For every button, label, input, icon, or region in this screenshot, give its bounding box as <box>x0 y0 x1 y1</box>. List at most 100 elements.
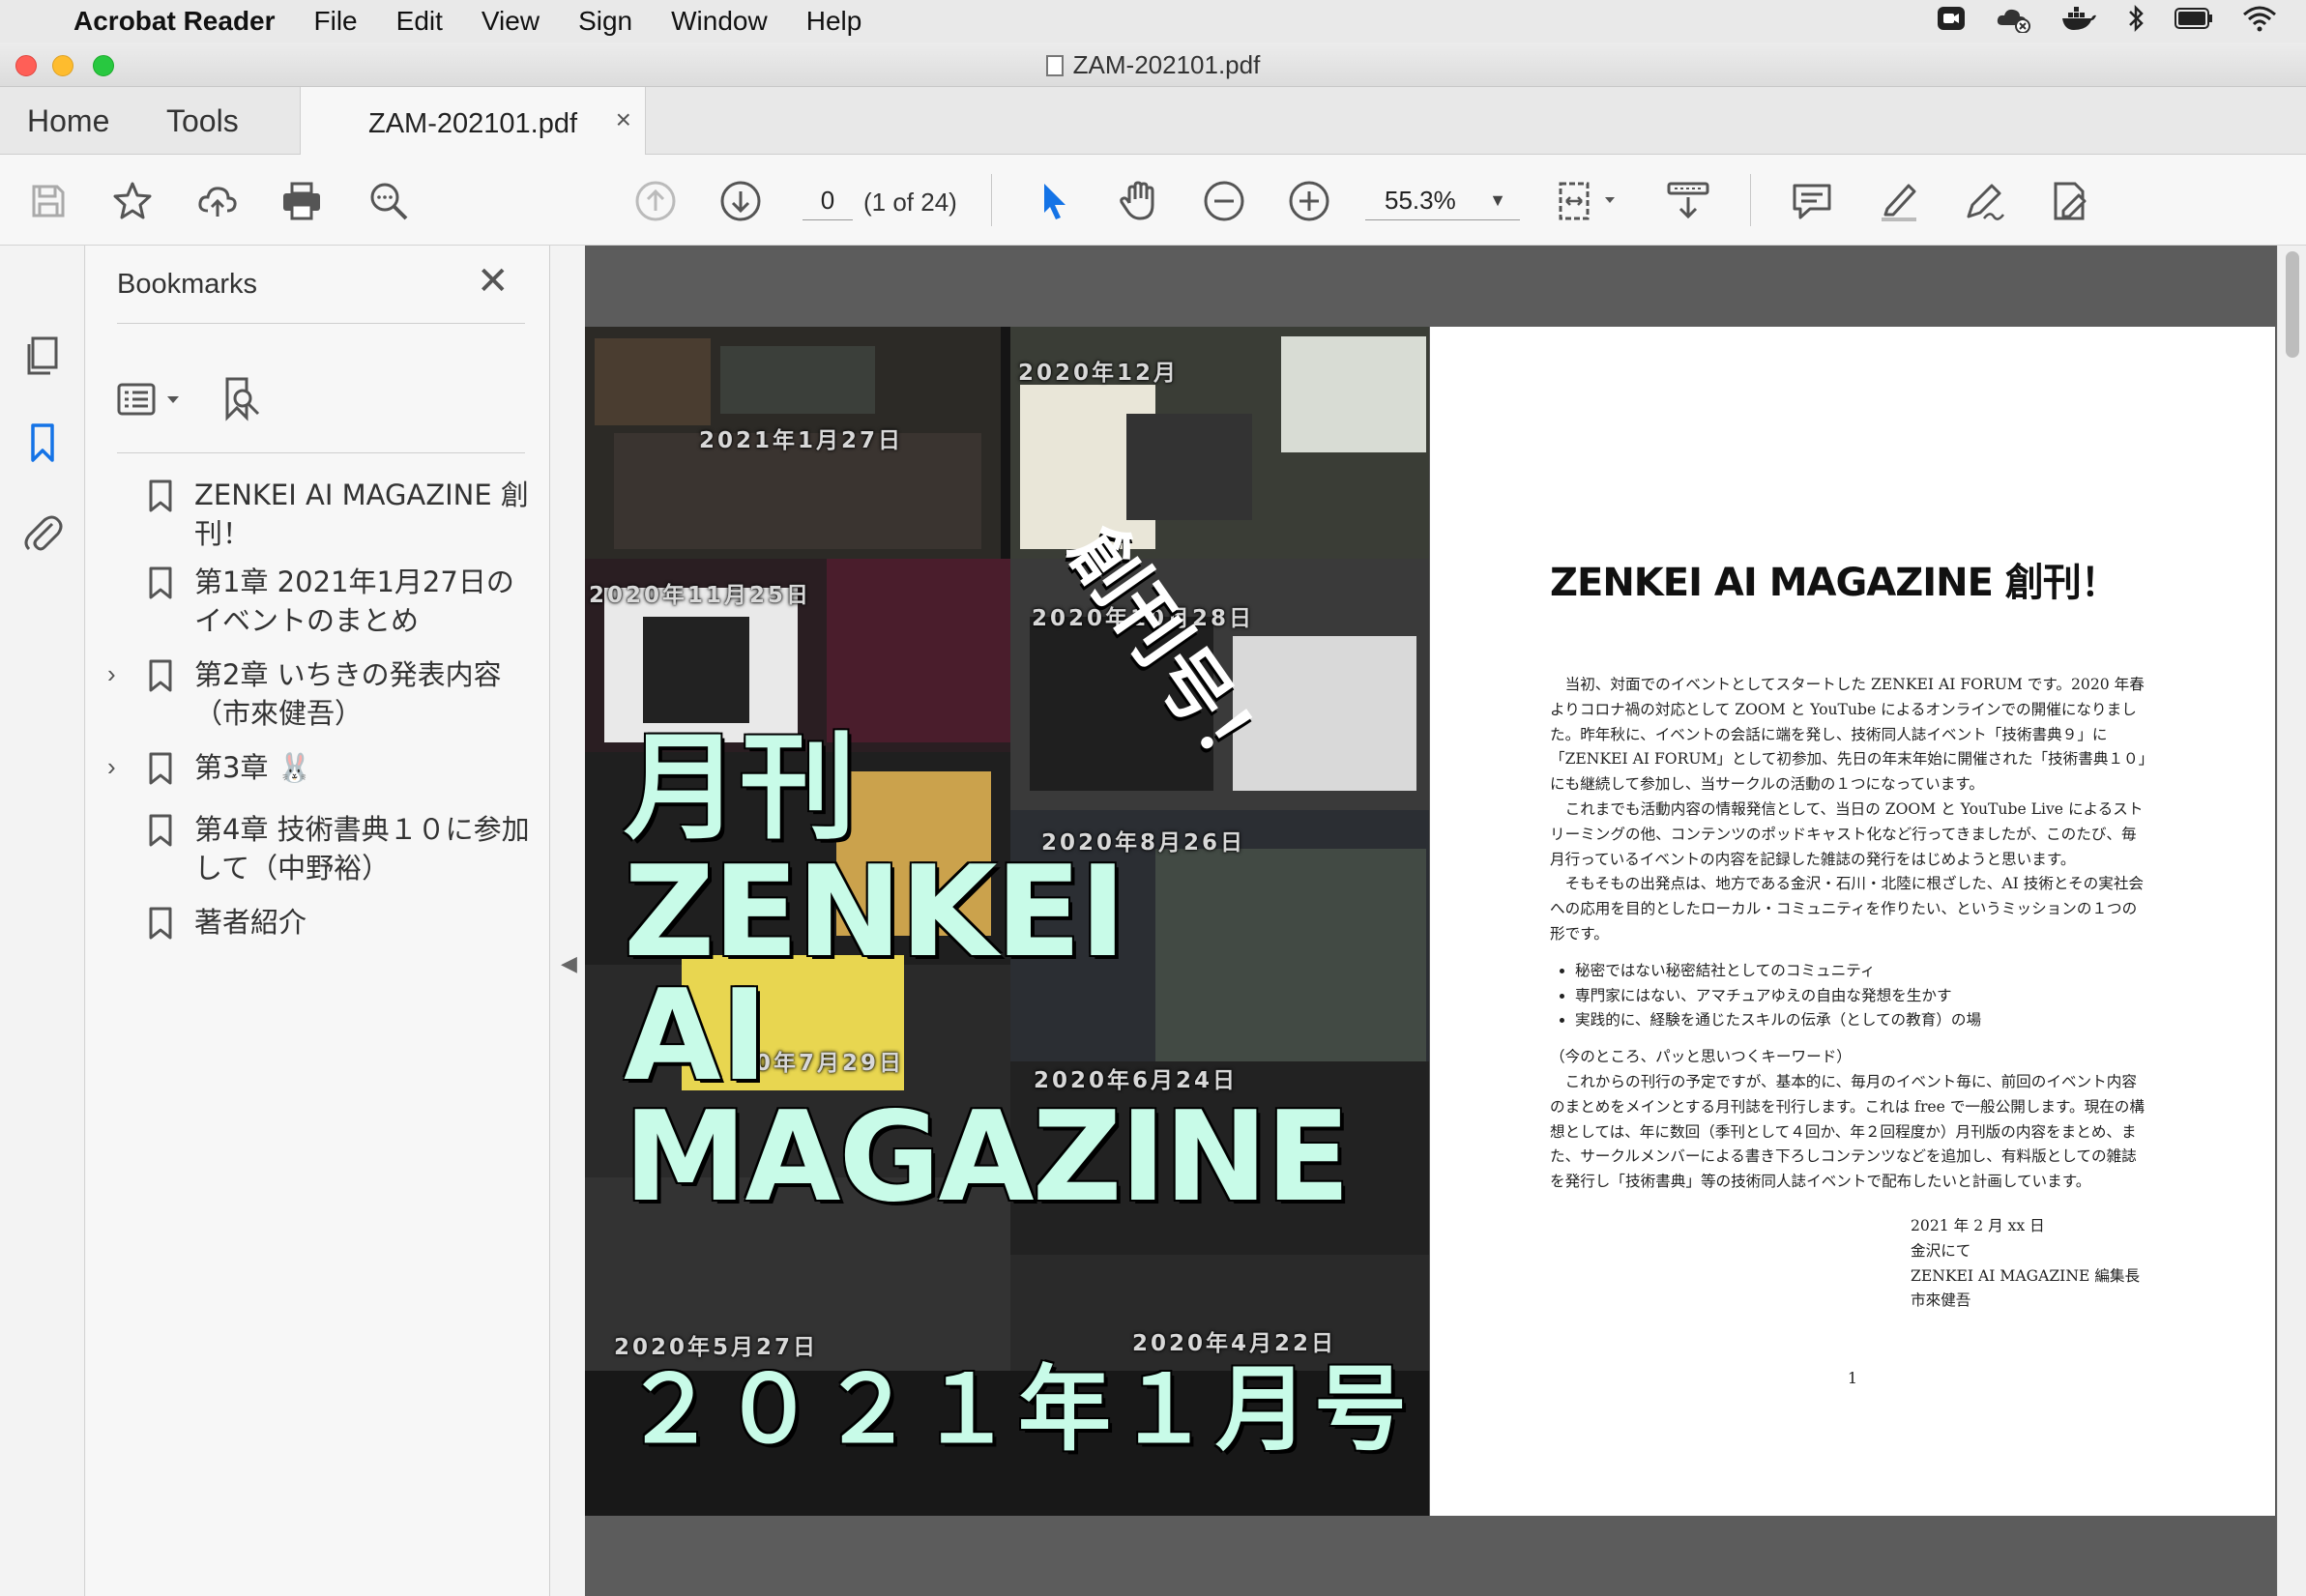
keyword-note: （今のところ、パッと思いつくキーワード） <box>1550 1048 1852 1066</box>
new-bookmark-button[interactable] <box>219 375 266 421</box>
bookmark-flag-icon <box>149 566 172 599</box>
bookmarks-panel: Bookmarks ✕ ZENKEI AI MAGAZINE 創刊！ 第1章 2… <box>86 246 550 1596</box>
tab-document[interactable]: ZAM-202101.pdf × <box>300 87 646 156</box>
page-number-input[interactable]: 0 <box>803 180 853 220</box>
collapse-panel-arrow-icon[interactable]: ◀ <box>561 951 577 976</box>
pages-icon <box>27 336 58 375</box>
battery-icon[interactable] <box>2175 7 2213 37</box>
menu-view[interactable]: View <box>482 6 540 37</box>
zoom-out-button[interactable] <box>1199 176 1249 226</box>
menu-help[interactable]: Help <box>806 6 862 37</box>
cursor-arrow-icon <box>1044 184 1065 219</box>
bullet-list: 秘密ではない秘密結社としてのコミュニティ 専門家にはない、アマチュアゆえの自由な… <box>1575 959 2149 1033</box>
page-fit-button[interactable] <box>1557 176 1624 226</box>
paragraph: そもそもの出発点は、地方である金沢・石川・北陸に根ざした、AI 技術とその実社会… <box>1550 875 2145 943</box>
page-count: (1 of 24) <box>863 188 957 217</box>
save-icon <box>32 185 65 218</box>
vertical-scrollbar[interactable] <box>2277 246 2306 1596</box>
search-button[interactable] <box>364 176 414 226</box>
menubar: Acrobat Reader File Edit View Sign Windo… <box>0 0 2306 43</box>
bookmark-star-button[interactable] <box>107 176 158 226</box>
cloud-icon[interactable] <box>1995 4 2031 40</box>
cover-monthly-text: 月刊 <box>624 721 856 856</box>
collage-date-label: 0年7月29日 <box>755 1051 905 1076</box>
window-title: ZAM-202101.pdf <box>0 50 2306 80</box>
scrollbar-thumb[interactable] <box>2286 251 2299 358</box>
toolbar-divider <box>1750 174 1751 226</box>
menu-app-name[interactable]: Acrobat Reader <box>73 6 276 37</box>
menu-edit[interactable]: Edit <box>396 6 443 37</box>
wifi-icon[interactable] <box>2242 5 2277 39</box>
list-item: 秘密ではない秘密結社としてのコミュニティ <box>1575 959 2149 984</box>
left-rail <box>0 246 85 1596</box>
upload-cloud-button[interactable] <box>192 176 243 226</box>
divider <box>117 323 525 324</box>
zoom-level-select[interactable]: 55.3% ▼ <box>1365 180 1520 220</box>
tab-close-button[interactable]: × <box>616 104 631 135</box>
bookmark-label: 第2章 いちきの発表内容（市來健吾） <box>194 658 502 730</box>
document-viewer[interactable]: 2021年1月27日 2020年12月 2020年11月25日 2020年10月… <box>585 246 2277 1596</box>
draw-button[interactable] <box>1959 176 2009 226</box>
bookmark-label: 第4章 技術書典１０に参加して（中野裕） <box>194 813 530 885</box>
acrobat-window: ZAM-202101.pdf Home Tools ZAM-202101.pdf… <box>0 43 2306 1596</box>
select-tool-button[interactable] <box>1029 176 1079 226</box>
bookmarks-panel-button[interactable] <box>19 420 66 466</box>
scroll-mode-button[interactable] <box>1663 176 1713 226</box>
plus-circle-icon <box>1289 181 1329 221</box>
bluetooth-icon[interactable] <box>2126 4 2145 40</box>
pdf-doc-icon <box>1045 55 1064 76</box>
search-icon <box>370 183 408 220</box>
cloud-upload-icon <box>198 187 237 217</box>
star-icon <box>113 182 152 219</box>
attachments-button[interactable] <box>19 508 66 555</box>
docker-icon[interactable] <box>2060 5 2097 39</box>
title-bar[interactable]: ZAM-202101.pdf <box>0 43 2306 87</box>
comment-button[interactable] <box>1787 176 1837 226</box>
fill-sign-button[interactable] <box>2044 176 2094 226</box>
zoom-in-button[interactable] <box>1284 176 1334 226</box>
sign-role: ZENKEI AI MAGAZINE 編集長 <box>1911 1266 2141 1285</box>
menu-file[interactable]: File <box>314 6 358 37</box>
add-bookmark-icon <box>225 377 260 421</box>
save-button[interactable] <box>23 176 73 226</box>
menu-window[interactable]: Window <box>671 6 768 37</box>
fit-page-icon <box>1559 182 1615 220</box>
bookmarks-close-button[interactable]: ✕ <box>477 259 510 304</box>
bookmark-flag-icon <box>149 479 172 512</box>
hand-icon <box>1120 181 1154 220</box>
status-icons <box>1937 0 2277 43</box>
divider <box>117 452 525 453</box>
menu-sign[interactable]: Sign <box>578 6 632 37</box>
printer-icon <box>283 182 320 220</box>
page-heading: ZENKEI AI MAGAZINE 創刊！ <box>1550 561 2119 605</box>
collage-date-label: 2020年12月 <box>1018 361 1180 386</box>
hand-tool-button[interactable] <box>1114 176 1164 226</box>
window-title-text: ZAM-202101.pdf <box>1072 50 1261 79</box>
list-item: 専門家にはない、アマチュアゆえの自由な発想を生かす <box>1575 984 2149 1009</box>
tab-tools[interactable]: Tools <box>166 87 239 155</box>
print-button[interactable] <box>277 176 327 226</box>
zoom-app-icon[interactable] <box>1937 6 1966 38</box>
tab-home[interactable]: Home <box>27 87 109 155</box>
bookmark-flag-icon <box>149 659 172 692</box>
bookmark-icon <box>31 423 54 462</box>
bookmark-flag-icon <box>149 752 172 785</box>
cover-issue-text: ２０２１年１月号 <box>624 1355 1413 1464</box>
sign-place: 金沢にて <box>1911 1241 1971 1260</box>
next-page-button[interactable] <box>715 176 766 226</box>
bookmark-flag-icon <box>149 907 172 940</box>
highlight-button[interactable] <box>1874 176 1924 226</box>
cover-zenkei-text: ZENKEI <box>624 838 1126 985</box>
bookmark-options-button[interactable] <box>117 379 194 421</box>
signature-block: 2021 年 2 月 xx 日 金沢にて ZENKEI AI MAGAZINE … <box>1911 1214 2140 1314</box>
bookmark-label: 第1章 2021年1月27日のイベントのまとめ <box>194 566 514 637</box>
highlighter-icon <box>1882 184 1916 221</box>
comment-icon <box>1793 184 1831 219</box>
chevron-right-icon[interactable]: › <box>107 752 116 782</box>
chevron-right-icon[interactable]: › <box>107 659 116 689</box>
bookmark-label: 第3章 🐰 <box>194 751 312 784</box>
sign-date: 2021 年 2 月 xx 日 <box>1911 1217 2045 1234</box>
tab-bar: Home Tools ZAM-202101.pdf × <box>0 87 2306 156</box>
page-thumbnails-button[interactable] <box>19 333 66 379</box>
previous-page-button[interactable] <box>630 176 681 226</box>
